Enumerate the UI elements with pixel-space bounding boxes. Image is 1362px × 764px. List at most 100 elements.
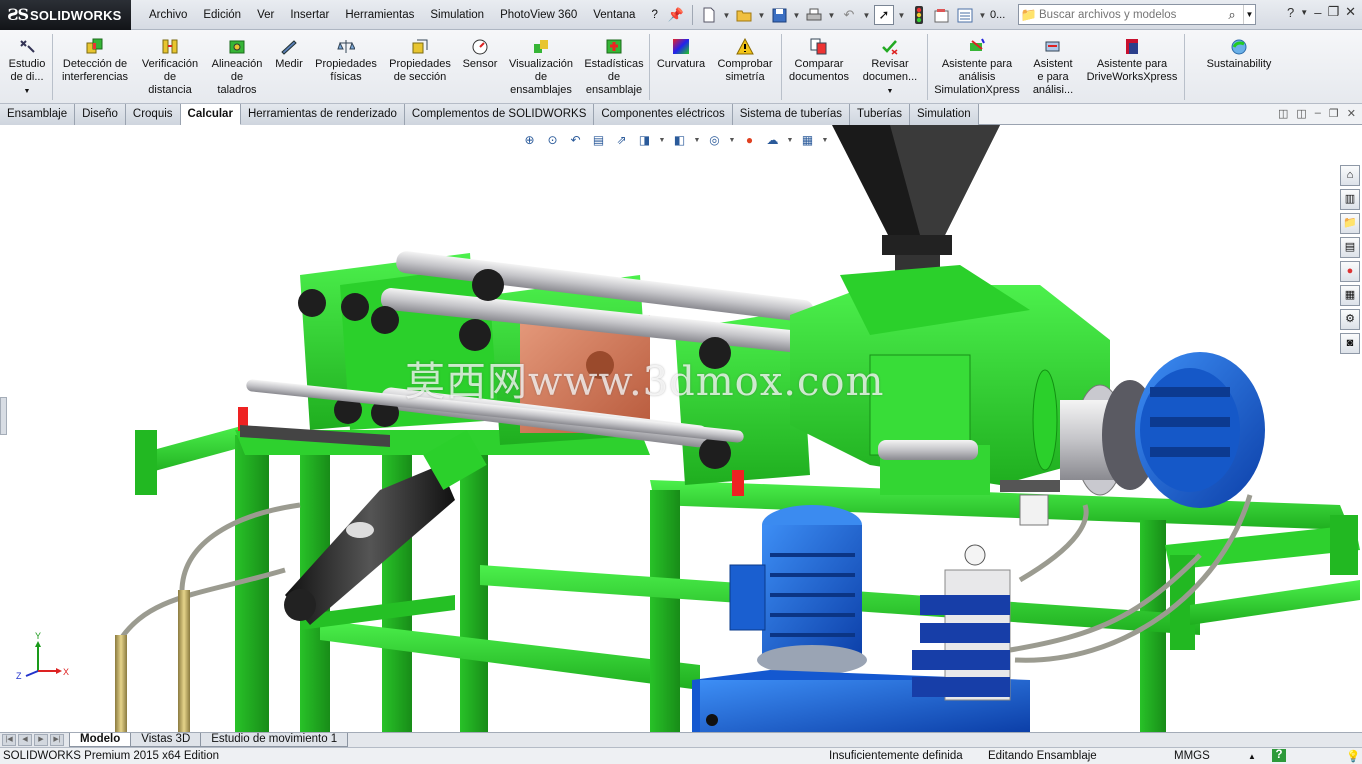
help-icon[interactable]: ? xyxy=(1287,5,1294,20)
status-units[interactable]: MMGS xyxy=(1174,750,1210,762)
hopper[interactable] xyxy=(832,125,1000,283)
design-study-button[interactable]: Estudio de di... ▼ xyxy=(5,38,49,98)
search-results-icon[interactable]: ▤ xyxy=(1340,237,1360,258)
menu-insertar[interactable]: Insertar xyxy=(282,0,337,30)
dynamic-annotation-icon[interactable]: ⇗ xyxy=(612,131,631,149)
next-tab-icon[interactable]: ▶ xyxy=(34,734,48,746)
menu-simulation[interactable]: Simulation xyxy=(422,0,492,30)
undo-icon[interactable]: ↶ xyxy=(839,5,859,25)
menu-ver[interactable]: Ver xyxy=(249,0,282,30)
curvature-button[interactable]: Curvatura xyxy=(654,38,708,71)
menu-help[interactable]: ? xyxy=(643,0,665,30)
tab-calcular[interactable]: Calcular xyxy=(180,104,241,125)
chevron-down-icon[interactable]: ▼ xyxy=(887,88,894,95)
tab-croquis[interactable]: Croquis xyxy=(125,104,181,125)
save-icon[interactable] xyxy=(769,5,789,25)
chevron-down-icon[interactable]: ▼ xyxy=(24,88,31,95)
measure-button[interactable]: Medir xyxy=(271,38,307,71)
interference-detection-button[interactable]: Detección de interferencias xyxy=(58,38,132,84)
chevron-down-icon[interactable]: ▼ xyxy=(693,137,701,144)
select-arrow-icon[interactable]: ➚ xyxy=(874,5,894,25)
minimize-icon[interactable]: – xyxy=(1314,5,1321,20)
menu-edicion[interactable]: Edición xyxy=(195,0,249,30)
solidworks-logo[interactable]: ƧS SOLIDWORKS xyxy=(0,0,131,30)
tile-left-icon[interactable]: ◫ xyxy=(1278,107,1288,120)
doc-minimize-icon[interactable]: – xyxy=(1315,107,1321,120)
print-icon[interactable] xyxy=(804,5,824,25)
doc-restore-icon[interactable]: ❐ xyxy=(1329,107,1339,120)
first-tab-icon[interactable]: |◀ xyxy=(2,734,16,746)
apply-scene-icon[interactable]: ☁ xyxy=(763,131,782,149)
driveworksxpress-button[interactable]: Asistente para DriveWorksXpress xyxy=(1083,38,1181,84)
design-library-icon[interactable]: ▥ xyxy=(1340,189,1360,210)
save-dropdown-icon[interactable]: ▼ xyxy=(792,11,801,20)
tab-estudio-movimiento[interactable]: Estudio de movimiento 1 xyxy=(200,733,349,747)
tab-sistema-tuberias[interactable]: Sistema de tuberías xyxy=(732,104,851,125)
search-input[interactable] xyxy=(1039,8,1221,21)
search-box[interactable]: 📁 ⌕ ▼ xyxy=(1018,4,1256,25)
chevron-down-icon[interactable]: ▼ xyxy=(786,137,794,144)
custom-properties-icon[interactable]: ▦ xyxy=(1340,285,1360,306)
hole-alignment-button[interactable]: Alineación de taladros xyxy=(207,38,267,97)
sensor-button[interactable]: Sensor xyxy=(460,38,500,71)
chevron-down-icon[interactable]: ▼ xyxy=(728,137,736,144)
assembly-model[interactable] xyxy=(0,125,1362,732)
assembly-visualization-button[interactable]: Visualización de ensamblajes xyxy=(505,38,577,97)
feature-manager-expand-handle[interactable] xyxy=(0,397,7,435)
appearances-icon[interactable]: ● xyxy=(1340,261,1360,282)
help-dropdown-icon[interactable]: ▼ xyxy=(1300,8,1308,17)
tab-ensamblaje[interactable]: Ensamblaje xyxy=(0,104,76,125)
tab-diseno[interactable]: Diseño xyxy=(75,104,126,125)
tile-right-icon[interactable]: ◫ xyxy=(1296,107,1306,120)
edit-appearance-icon[interactable]: ● xyxy=(740,131,759,149)
search-dropdown-icon[interactable]: ▼ xyxy=(1243,5,1255,24)
last-tab-icon[interactable]: ▶| xyxy=(50,734,64,746)
menu-herramientas[interactable]: Herramientas xyxy=(337,0,422,30)
view-settings-icon[interactable]: ▦ xyxy=(798,131,817,149)
tab-simulation[interactable]: Simulation xyxy=(910,104,979,125)
tab-componentes-electricos[interactable]: Componentes eléctricos xyxy=(594,104,733,125)
section-properties-button[interactable]: Propiedades de sección xyxy=(386,38,454,84)
menu-archivo[interactable]: Archivo xyxy=(141,0,195,30)
chevron-down-icon[interactable]: ▼ xyxy=(821,137,829,144)
hide-show-items-icon[interactable]: ◎ xyxy=(705,131,724,149)
analysis-wizard-button[interactable]: Asistent e para análisi... xyxy=(1028,38,1078,97)
view-orientation-icon[interactable]: ◨ xyxy=(635,131,654,149)
help-icon[interactable]: ? xyxy=(1272,749,1286,762)
clearance-verification-button[interactable]: Verificación de distancia xyxy=(137,38,203,97)
compare-documents-button[interactable]: Comparar documentos xyxy=(786,38,852,84)
menu-photoview[interactable]: PhotoView 360 xyxy=(492,0,585,30)
options-icon[interactable] xyxy=(955,5,975,25)
section-view-icon[interactable]: ▤ xyxy=(589,131,608,149)
zoom-to-fit-icon[interactable]: ⊕ xyxy=(520,131,539,149)
tab-vistas-3d[interactable]: Vistas 3D xyxy=(130,733,202,747)
pin-icon[interactable]: 📌 xyxy=(666,5,686,25)
sustainability-button[interactable]: Sustainability xyxy=(1198,38,1280,71)
check-symmetry-button[interactable]: Comprobar simetría xyxy=(713,37,777,84)
mass-properties-button[interactable]: Propiedades físicas xyxy=(312,38,380,84)
graphics-area[interactable]: 莫西网www.3dmox.com ⊕ ⊙ ↶ ▤ ⇗ ◨ ▼ ◧ ▼ ◎ ▼ ●… xyxy=(0,125,1362,732)
menu-ventana[interactable]: Ventana xyxy=(585,0,643,30)
check-document-button[interactable]: Revisar documen... ▼ xyxy=(857,38,923,98)
search-icon[interactable]: ⌕ xyxy=(1221,7,1243,23)
doc-close-icon[interactable]: ✕ xyxy=(1347,107,1356,120)
select-dropdown-icon[interactable]: ▼ xyxy=(897,11,906,20)
file-explorer-icon[interactable]: 📁 xyxy=(1340,213,1360,234)
options-dropdown-icon[interactable]: ▼ xyxy=(978,11,987,20)
simulationxpress-button[interactable]: Asistente para análisis SimulationXpress xyxy=(931,38,1023,97)
solidworks-resources-icon[interactable]: ⌂ xyxy=(1340,165,1360,186)
toolbox-icon[interactable]: ⚙ xyxy=(1340,309,1360,330)
rebuild-traffic-light-icon[interactable] xyxy=(909,5,929,25)
prev-tab-icon[interactable]: ◀ xyxy=(18,734,32,746)
display-style-icon[interactable]: ◧ xyxy=(670,131,689,149)
hydraulic-motor[interactable] xyxy=(1135,352,1265,508)
new-document-icon[interactable] xyxy=(699,5,719,25)
open-dropdown-icon[interactable]: ▼ xyxy=(757,11,766,20)
units-dropdown-icon[interactable]: ▲ xyxy=(1248,752,1256,761)
print-dropdown-icon[interactable]: ▼ xyxy=(827,11,836,20)
tab-herramientas-renderizado[interactable]: Herramientas de renderizado xyxy=(240,104,405,125)
tab-tuberias[interactable]: Tuberías xyxy=(850,104,910,125)
new-dropdown-icon[interactable]: ▼ xyxy=(722,11,731,20)
chevron-down-icon[interactable]: ▼ xyxy=(658,137,666,144)
tab-modelo[interactable]: Modelo xyxy=(69,733,132,747)
